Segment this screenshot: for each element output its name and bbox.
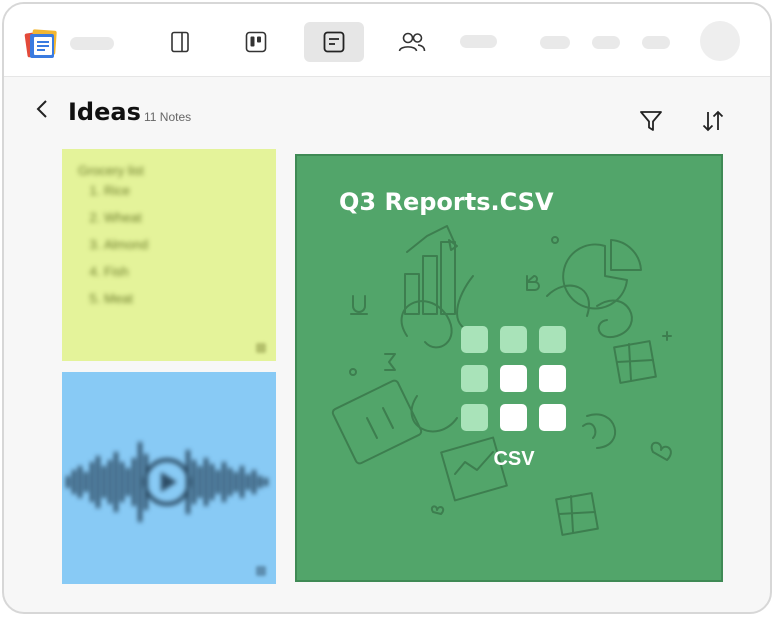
grid-cell bbox=[500, 404, 527, 431]
grid-cell bbox=[539, 404, 566, 431]
file-type-label: CSV bbox=[493, 448, 535, 470]
note-card-grocery[interactable]: Grocery list Rice Wheat Almond Fish Meat bbox=[62, 149, 276, 361]
grid-cell bbox=[461, 326, 488, 353]
list-item: Almond bbox=[104, 231, 148, 258]
placeholder-pill bbox=[592, 36, 620, 49]
grid-cell bbox=[461, 365, 488, 392]
grid-cell bbox=[500, 326, 527, 353]
grocery-list: Rice Wheat Almond Fish Meat bbox=[84, 177, 148, 312]
grid-cell bbox=[539, 326, 566, 353]
sort-icon[interactable] bbox=[700, 108, 726, 134]
filter-icon[interactable] bbox=[638, 108, 664, 134]
board-icon bbox=[245, 31, 267, 53]
placeholder-pill bbox=[642, 36, 670, 49]
audio-waveform-icon bbox=[66, 442, 268, 522]
placeholder-pill bbox=[540, 36, 570, 49]
note-icon bbox=[323, 31, 345, 53]
nav-panel-button[interactable] bbox=[150, 22, 210, 62]
nav-people-button[interactable] bbox=[382, 22, 442, 62]
grid-cell bbox=[539, 365, 566, 392]
note-title: Q3 Reports.CSV bbox=[339, 188, 554, 216]
list-item: Wheat bbox=[104, 204, 148, 231]
note-card-audio[interactable] bbox=[62, 372, 276, 584]
avatar[interactable] bbox=[700, 21, 740, 61]
note-corner-icon bbox=[256, 343, 266, 353]
spreadsheet-grid-icon bbox=[461, 326, 567, 432]
app-logo-icon[interactable] bbox=[24, 26, 62, 60]
page-header: Ideas 11 Notes bbox=[4, 76, 770, 146]
notes-count: 11 Notes bbox=[144, 110, 192, 124]
note-corner-icon bbox=[256, 566, 266, 576]
top-bar bbox=[4, 4, 770, 77]
people-icon bbox=[398, 32, 426, 52]
nav-notes-button[interactable] bbox=[304, 22, 364, 62]
list-item: Fish bbox=[104, 258, 148, 285]
grid-cell bbox=[461, 404, 488, 431]
note-card-csv[interactable]: Q3 Reports.CSV CSV bbox=[295, 154, 723, 582]
app-window: Ideas 11 Notes Grocery list Rice Wheat A… bbox=[2, 2, 772, 614]
list-item: Meat bbox=[104, 285, 148, 312]
grid-cell bbox=[500, 365, 527, 392]
chevron-left-icon[interactable] bbox=[32, 98, 54, 120]
list-item: Rice bbox=[104, 177, 148, 204]
note-title: Grocery list bbox=[78, 163, 144, 178]
nav-board-button[interactable] bbox=[226, 22, 286, 62]
page-title: Ideas bbox=[68, 98, 141, 126]
placeholder-pill bbox=[70, 37, 114, 50]
panel-icon bbox=[171, 31, 189, 53]
placeholder-pill bbox=[460, 35, 497, 48]
